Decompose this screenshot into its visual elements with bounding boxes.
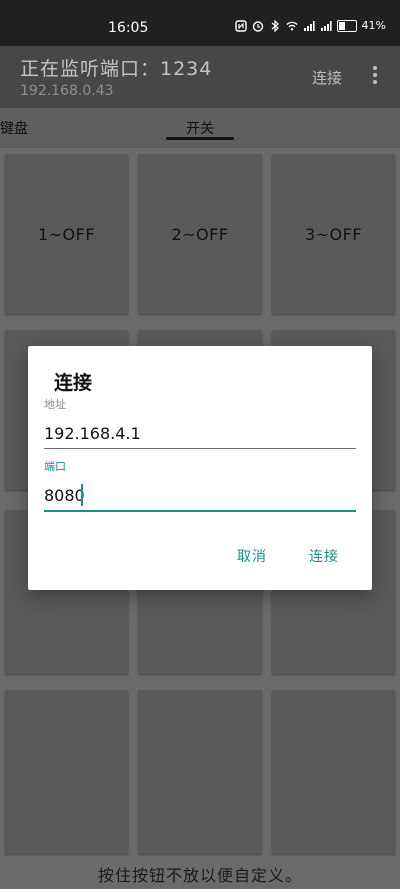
grid-button-2[interactable]: 2~OFF <box>138 154 262 314</box>
port-label: 端口 <box>44 460 66 473</box>
text-cursor <box>81 484 83 506</box>
status-icons: 41% <box>234 19 386 32</box>
grid-button-3[interactable]: 3~OFF <box>272 154 395 314</box>
footer-hint: 按住按钮不放以便自定义。 <box>97 866 302 885</box>
connect-dialog: 连接 地址 端口 取消 连接 <box>28 346 372 590</box>
alarm-icon <box>252 20 263 32</box>
wifi-icon <box>286 21 298 30</box>
tab-bar: 键盘 开关 <box>0 108 400 148</box>
grid-button-12[interactable] <box>272 690 395 854</box>
grid-button-11[interactable] <box>138 690 262 854</box>
status-bar: 16:05 41% <box>0 0 400 46</box>
battery-icon <box>336 19 357 32</box>
port-input[interactable] <box>44 480 356 512</box>
address-input[interactable] <box>44 418 356 449</box>
grid-button-1[interactable]: 1~OFF <box>5 154 128 314</box>
tab-indicator <box>166 137 234 140</box>
toolbar-title: 正在监听端口：1234 <box>20 58 213 80</box>
grid-button-10[interactable] <box>5 690 128 854</box>
tab-keyboard[interactable]: 键盘 <box>0 118 28 138</box>
nfc-icon <box>234 19 247 32</box>
connect-button[interactable]: 连接 <box>309 546 339 566</box>
cancel-button[interactable]: 取消 <box>237 546 267 566</box>
address-label: 地址 <box>44 398 66 411</box>
toolbar-subtitle: 192.168.0.43 <box>20 83 114 99</box>
status-time: 16:05 <box>108 20 149 36</box>
signal-icon <box>320 20 332 31</box>
dialog-title: 连接 <box>54 372 93 394</box>
tab-switch[interactable]: 开关 <box>186 118 214 138</box>
app-toolbar: 正在监听端口：1234 192.168.0.43 连接 <box>0 46 400 108</box>
battery-level: 41% <box>361 19 386 32</box>
more-vert-icon[interactable] <box>369 66 381 88</box>
toolbar-connect-button[interactable]: 连接 <box>312 67 342 88</box>
bluetooth-icon <box>271 19 279 32</box>
signal-icon <box>303 20 315 31</box>
